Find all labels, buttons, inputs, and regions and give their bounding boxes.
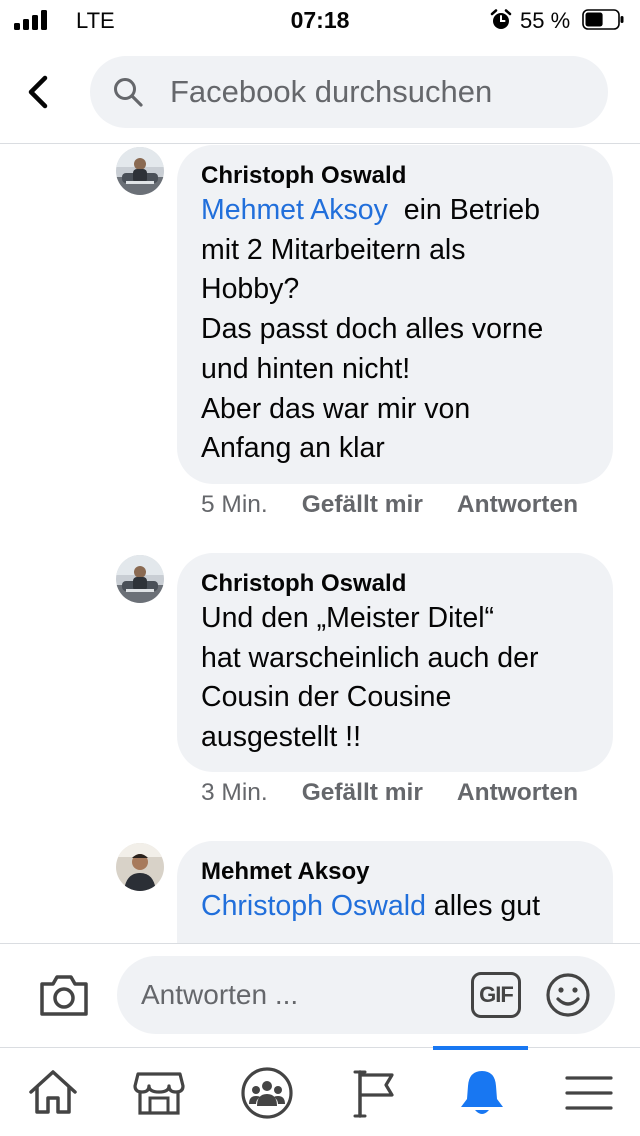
comment-thread[interactable]: Christoph Oswald Mehmet Aksoy ein Betrie… xyxy=(0,145,640,943)
comment-line: alles gut xyxy=(425,890,541,922)
like-button[interactable]: Gefällt mir xyxy=(302,491,423,518)
comment-author[interactable]: Christoph Oswald xyxy=(201,161,593,191)
alarm-icon xyxy=(490,9,512,29)
reply-button[interactable]: Antworten xyxy=(457,779,578,806)
notifications-bell-icon[interactable] xyxy=(455,1066,509,1120)
groups-icon[interactable] xyxy=(240,1066,294,1120)
comment-line: Und den „Meister Ditel“ xyxy=(201,602,495,634)
battery-percentage: 55 % xyxy=(520,8,571,33)
reply-input[interactable] xyxy=(141,956,461,1034)
comment-bubble[interactable]: Christoph Oswald Und den „Meister Ditel“… xyxy=(177,553,613,772)
reply-button[interactable]: Antworten xyxy=(457,491,578,518)
comment-bubble[interactable]: Mehmet Aksoy Christoph Oswald alles gut xyxy=(177,841,613,943)
comment-timestamp: 5 Min. xyxy=(201,491,268,518)
comment-actions: 5 Min. Gefällt mir Antworten xyxy=(201,491,578,519)
menu-icon[interactable] xyxy=(562,1066,616,1120)
comment-text: Christoph Oswald alles gut xyxy=(201,887,593,927)
gif-icon[interactable]: GIF xyxy=(471,972,521,1018)
search-input[interactable] xyxy=(170,56,590,128)
comment-text: Mehmet Aksoy ein Betrieb mit 2 Mitarbeit… xyxy=(201,191,593,469)
avatar[interactable] xyxy=(116,147,164,195)
back-arrow-icon[interactable] xyxy=(18,72,58,112)
comment-line: ausgestellt !! xyxy=(201,721,362,754)
comment-line: hat warscheinlich auch der xyxy=(201,641,539,674)
comment-line: ein Betrieb xyxy=(387,194,540,226)
comment-line: mit 2 Mitarbeitern als xyxy=(201,233,466,266)
like-button[interactable]: Gefällt mir xyxy=(302,779,423,806)
comment-line: Aber das war mir von xyxy=(201,392,471,425)
comment-line: Hobby? xyxy=(201,273,300,306)
marketplace-icon[interactable] xyxy=(132,1066,186,1120)
comment-bubble[interactable]: Christoph Oswald Mehmet Aksoy ein Betrie… xyxy=(177,145,613,484)
mention-link[interactable]: Mehmet Aksoy xyxy=(201,194,388,226)
status-bar: LTE 07:18 55 % xyxy=(0,0,640,40)
comment-line: Das passt doch alles vorne xyxy=(201,313,544,346)
avatar[interactable] xyxy=(116,555,164,603)
search-header xyxy=(0,40,640,144)
comment-line: Cousin der Cousine xyxy=(201,681,452,714)
search-bar[interactable] xyxy=(90,56,608,128)
active-tab-indicator xyxy=(433,1046,528,1050)
comment-actions: 3 Min. Gefällt mir Antworten xyxy=(201,779,578,807)
avatar[interactable] xyxy=(116,843,164,891)
comment-line: Anfang an klar xyxy=(201,432,385,465)
camera-icon[interactable] xyxy=(38,972,90,1018)
reply-field[interactable]: GIF xyxy=(117,956,615,1034)
comment-line: und hinten nicht! xyxy=(201,352,411,385)
bottom-tab-bar xyxy=(0,1046,640,1136)
comment-text: Und den „Meister Ditel“ hat warscheinlic… xyxy=(201,599,593,758)
search-icon xyxy=(114,78,143,107)
comment-timestamp: 3 Min. xyxy=(201,779,268,806)
emoji-icon[interactable] xyxy=(545,972,591,1018)
mention-link[interactable]: Christoph Oswald xyxy=(201,890,426,922)
battery-icon xyxy=(582,9,624,30)
home-icon[interactable] xyxy=(26,1066,80,1120)
pages-flag-icon[interactable] xyxy=(348,1066,402,1120)
comment-author[interactable]: Christoph Oswald xyxy=(201,569,593,599)
reply-composer: GIF xyxy=(0,943,640,1047)
comment-author[interactable]: Mehmet Aksoy xyxy=(201,857,593,887)
